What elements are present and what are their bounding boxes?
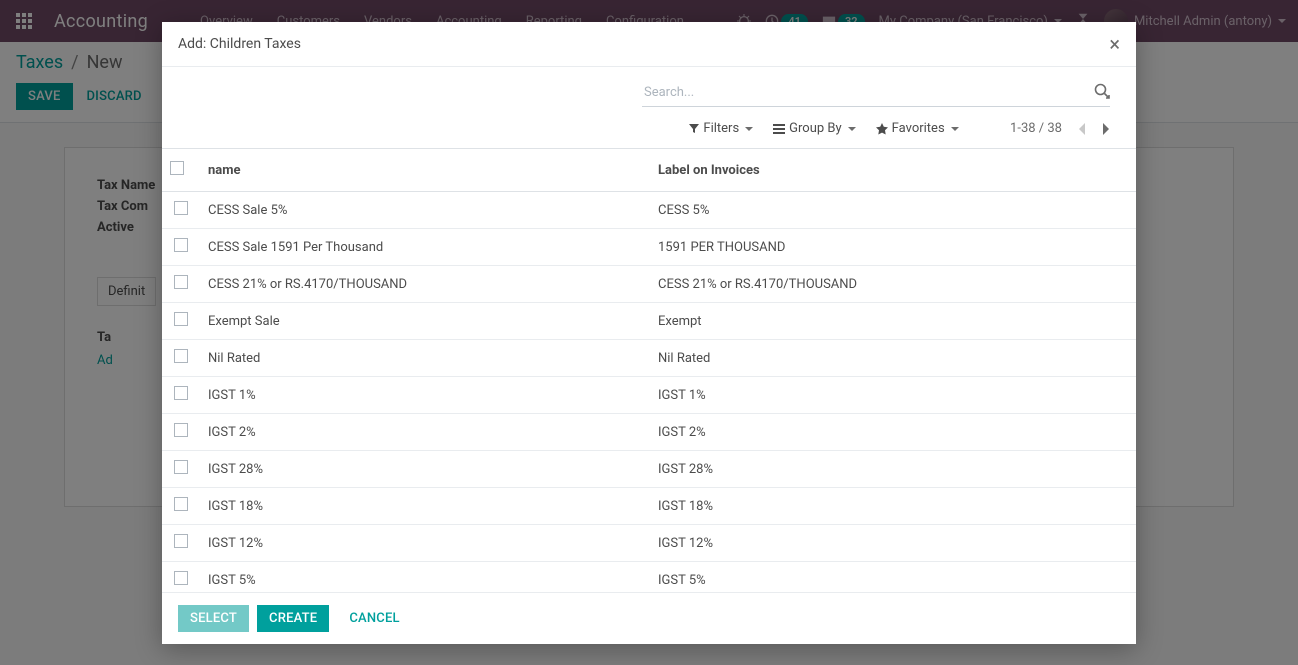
table-row[interactable]: CESS Sale 1591 Per Thousand1591 PER THOU…	[162, 229, 1136, 266]
pager-prev[interactable]	[1078, 123, 1086, 135]
row-label: IGST 12%	[650, 525, 1136, 562]
row-label: IGST 2%	[650, 414, 1136, 451]
pager-next[interactable]	[1102, 123, 1110, 135]
table-row[interactable]: IGST 1%IGST 1%	[162, 377, 1136, 414]
column-name[interactable]: name	[200, 149, 650, 192]
search-icon[interactable]	[1094, 83, 1110, 103]
row-name: IGST 12%	[200, 525, 650, 562]
row-name: IGST 28%	[200, 451, 650, 488]
row-name: Nil Rated	[200, 340, 650, 377]
row-checkbox[interactable]	[174, 349, 188, 363]
filters-label: Filters	[703, 121, 739, 136]
select-button[interactable]: SELECT	[178, 605, 249, 632]
row-checkbox[interactable]	[174, 534, 188, 548]
row-checkbox[interactable]	[174, 275, 188, 289]
pager: 1-38 / 38	[1010, 121, 1110, 136]
list-toolbar: Filters Group By Favorites	[162, 111, 1136, 148]
pager-text: 1-38 / 38	[1010, 121, 1062, 136]
row-checkbox[interactable]	[174, 238, 188, 252]
modal-footer: SELECT CREATE CANCEL	[162, 592, 1136, 644]
search-input[interactable]	[642, 81, 1110, 107]
caret-down-icon	[951, 127, 959, 131]
row-name: CESS 21% or RS.4170/THOUSAND	[200, 266, 650, 303]
search-row	[162, 67, 1136, 111]
row-label: Nil Rated	[650, 340, 1136, 377]
row-name: CESS Sale 1591 Per Thousand	[200, 229, 650, 266]
filters-button[interactable]: Filters	[689, 121, 753, 136]
row-checkbox[interactable]	[174, 386, 188, 400]
search-box	[642, 81, 1110, 107]
caret-down-icon	[848, 127, 856, 131]
modal-header: Add: Children Taxes ×	[162, 22, 1136, 67]
row-label: IGST 1%	[650, 377, 1136, 414]
table-row[interactable]: IGST 12%IGST 12%	[162, 525, 1136, 562]
row-checkbox[interactable]	[174, 423, 188, 437]
close-icon[interactable]: ×	[1109, 34, 1120, 54]
table-row[interactable]: CESS Sale 5%CESS 5%	[162, 192, 1136, 229]
table-row[interactable]: Nil RatedNil Rated	[162, 340, 1136, 377]
row-name: IGST 5%	[200, 562, 650, 593]
table-row[interactable]: IGST 5%IGST 5%	[162, 562, 1136, 593]
row-label: CESS 21% or RS.4170/THOUSAND	[650, 266, 1136, 303]
row-label: IGST 5%	[650, 562, 1136, 593]
row-checkbox[interactable]	[174, 497, 188, 511]
row-checkbox[interactable]	[174, 460, 188, 474]
groupby-label: Group By	[789, 121, 842, 136]
column-label[interactable]: Label on Invoices	[650, 149, 1136, 192]
modal-body: Filters Group By Favorites	[162, 67, 1136, 592]
groupby-button[interactable]: Group By	[773, 121, 856, 136]
row-checkbox[interactable]	[174, 201, 188, 215]
table-row[interactable]: Exempt SaleExempt	[162, 303, 1136, 340]
cancel-button[interactable]: CANCEL	[337, 605, 411, 632]
row-label: Exempt	[650, 303, 1136, 340]
table-row[interactable]: IGST 28%IGST 28%	[162, 451, 1136, 488]
modal-overlay: Add: Children Taxes ×	[0, 0, 1298, 665]
row-label: 1591 PER THOUSAND	[650, 229, 1136, 266]
row-checkbox[interactable]	[174, 312, 188, 326]
favorites-button[interactable]: Favorites	[876, 121, 959, 136]
modal: Add: Children Taxes ×	[162, 22, 1136, 644]
row-name: IGST 1%	[200, 377, 650, 414]
table-row[interactable]: CESS 21% or RS.4170/THOUSANDCESS 21% or …	[162, 266, 1136, 303]
favorites-label: Favorites	[892, 121, 945, 136]
caret-down-icon	[745, 127, 753, 131]
table-row[interactable]: IGST 18%IGST 18%	[162, 488, 1136, 525]
modal-title: Add: Children Taxes	[178, 36, 301, 52]
tax-list-table: name Label on Invoices CESS Sale 5%CESS …	[162, 149, 1136, 592]
row-name: IGST 18%	[200, 488, 650, 525]
table-row[interactable]: IGST 2%IGST 2%	[162, 414, 1136, 451]
row-name: IGST 2%	[200, 414, 650, 451]
row-label: IGST 18%	[650, 488, 1136, 525]
select-all-checkbox[interactable]	[170, 161, 184, 175]
row-label: IGST 28%	[650, 451, 1136, 488]
row-name: CESS Sale 5%	[200, 192, 650, 229]
row-label: CESS 5%	[650, 192, 1136, 229]
row-name: Exempt Sale	[200, 303, 650, 340]
create-button[interactable]: CREATE	[257, 605, 329, 632]
row-checkbox[interactable]	[174, 571, 188, 585]
